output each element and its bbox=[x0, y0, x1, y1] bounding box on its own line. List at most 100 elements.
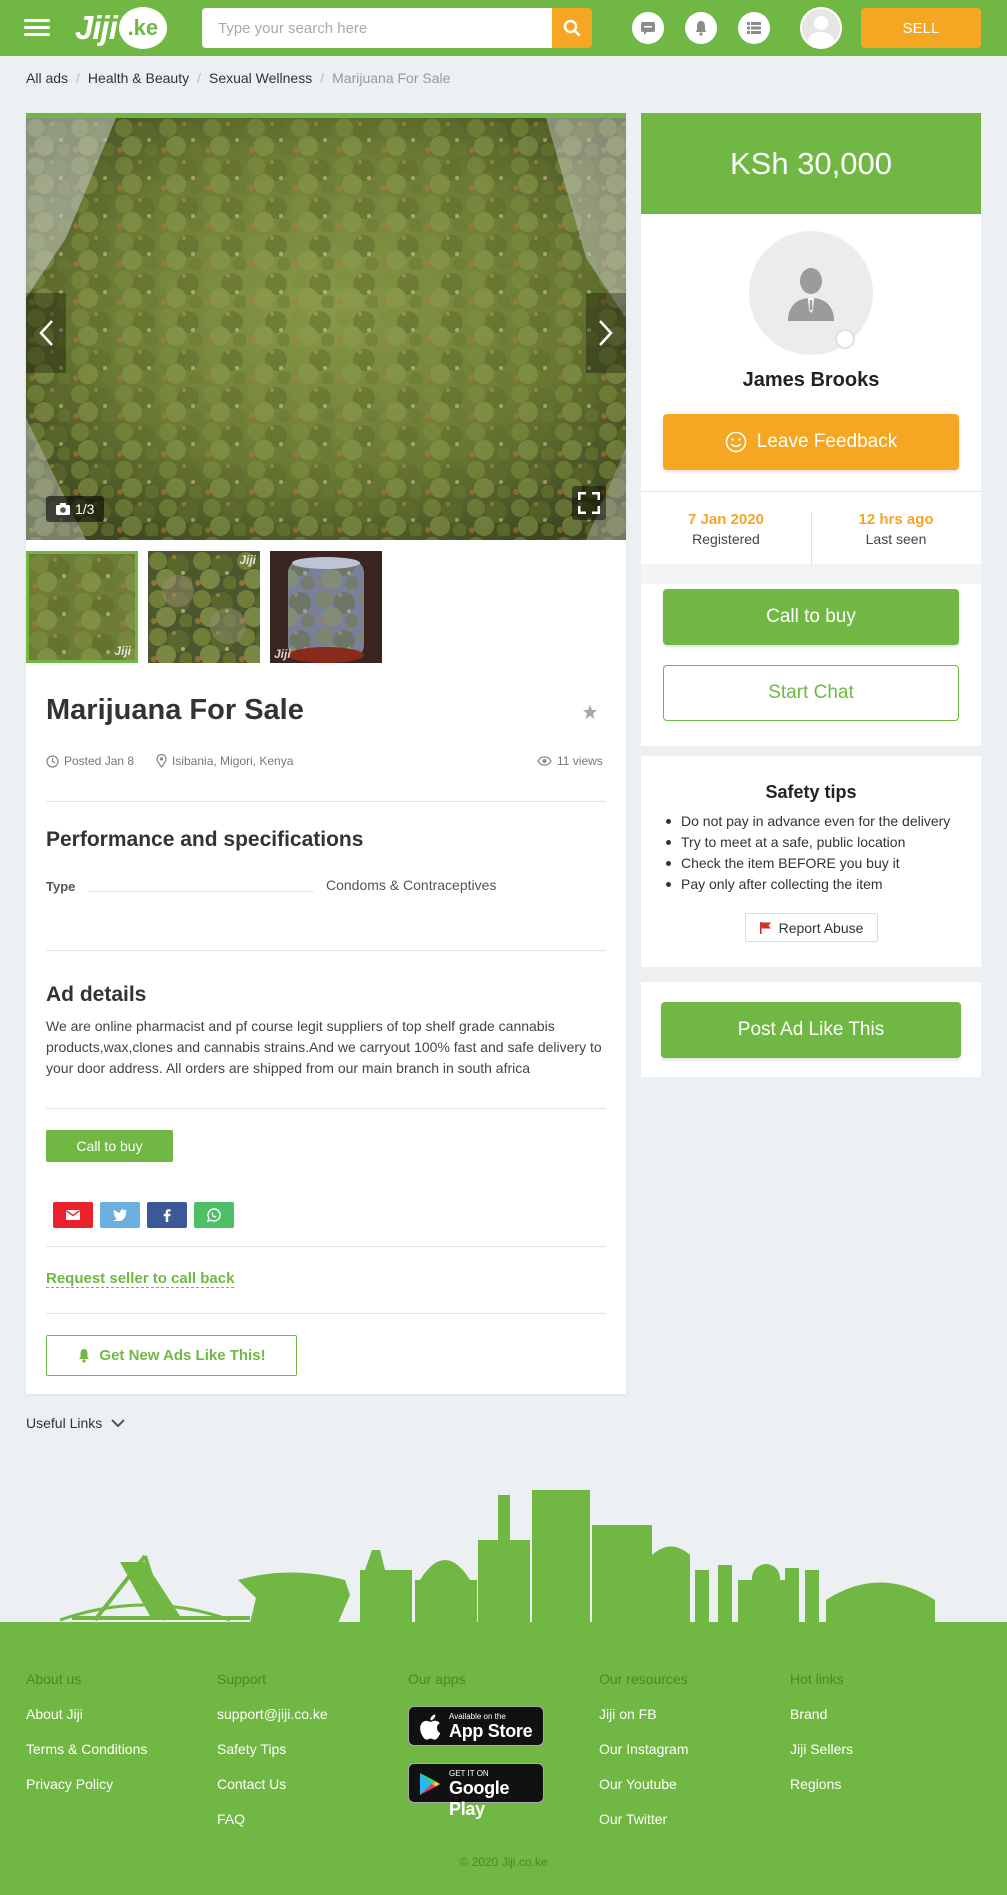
footer-link[interactable]: Contact Us bbox=[217, 1776, 328, 1811]
footer-link[interactable]: About Jiji bbox=[26, 1706, 147, 1741]
footer-link[interactable]: FAQ bbox=[217, 1811, 328, 1846]
share-email-button[interactable] bbox=[53, 1202, 93, 1228]
next-photo-button[interactable] bbox=[586, 293, 626, 373]
fullscreen-button[interactable] bbox=[572, 486, 606, 520]
fullscreen-icon bbox=[578, 492, 600, 514]
search-input[interactable] bbox=[202, 8, 552, 48]
divider bbox=[46, 801, 606, 802]
camera-icon bbox=[56, 503, 70, 515]
footer-link[interactable]: Our Instagram bbox=[599, 1741, 688, 1776]
breadcrumb-link[interactable]: Health & Beauty bbox=[88, 70, 189, 86]
safety-tips-title: Safety tips bbox=[765, 782, 857, 802]
breadcrumb-link[interactable]: All ads bbox=[26, 70, 68, 86]
get-new-ads-button[interactable]: Get New Ads Like This! bbox=[46, 1335, 297, 1376]
user-icon bbox=[807, 16, 835, 47]
listing-title: Marijuana For Sale bbox=[46, 694, 304, 726]
divider bbox=[46, 1246, 606, 1247]
spec-dotted-line bbox=[88, 891, 314, 892]
footer-link[interactable]: Brand bbox=[790, 1706, 853, 1741]
logo-text: Jiji bbox=[75, 9, 118, 46]
profile-avatar[interactable] bbox=[800, 7, 842, 49]
last-seen-stat: 12 hrs ago Last seen bbox=[811, 511, 981, 547]
safety-tip: Do not pay in advance even for the deliv… bbox=[661, 811, 950, 832]
footer-link[interactable]: Privacy Policy bbox=[26, 1776, 147, 1811]
seller-name[interactable]: James Brooks bbox=[641, 369, 981, 392]
footer-link[interactable]: Terms & Conditions bbox=[26, 1741, 147, 1776]
footer-link[interactable]: support@jiji.co.ke bbox=[217, 1706, 328, 1741]
save-favorite-button[interactable] bbox=[582, 704, 598, 725]
registered-label: Registered bbox=[692, 531, 760, 547]
app-store-big-text: App Store bbox=[449, 1721, 533, 1741]
photo-thumbnail[interactable]: Jiji bbox=[148, 551, 260, 663]
breadcrumb-link[interactable]: Sexual Wellness bbox=[209, 70, 312, 86]
thumbnail-image bbox=[148, 551, 260, 663]
last-seen-label: Last seen bbox=[865, 531, 927, 547]
seller-card: James Brooks Leave Feedback 7 Jan 2020 R… bbox=[641, 214, 981, 746]
photo-thumbnail[interactable]: Jiji bbox=[270, 551, 382, 663]
google-play-badge[interactable]: GET IT ON Google Play bbox=[408, 1763, 544, 1819]
sell-button[interactable]: SELL bbox=[861, 8, 981, 48]
prev-photo-button[interactable] bbox=[26, 293, 66, 373]
request-callback-link[interactable]: Request seller to call back bbox=[46, 1270, 235, 1288]
photo-thumbnail[interactable]: Jiji bbox=[26, 551, 138, 663]
footer-link[interactable]: Jiji on FB bbox=[599, 1706, 688, 1741]
report-abuse-button[interactable]: Report Abuse bbox=[745, 913, 878, 942]
listing-card: 1/3 Jiji Jiji Jiji Marijuana For Sale Po… bbox=[26, 113, 626, 1394]
photo-counter-text: 1/3 bbox=[75, 501, 95, 517]
chevron-right-icon bbox=[599, 320, 613, 346]
safety-tip: Pay only after collecting the item bbox=[661, 874, 950, 895]
post-ad-like-this-button[interactable]: Post Ad Like This bbox=[661, 1002, 961, 1058]
share-facebook-button[interactable] bbox=[147, 1202, 187, 1228]
breadcrumb-separator: / bbox=[197, 70, 201, 86]
app-store-badge[interactable]: Available on the App Store bbox=[408, 1706, 544, 1746]
jiji-logo[interactable]: Jiji .ke bbox=[75, 7, 167, 49]
footer-link[interactable]: Our Twitter bbox=[599, 1811, 688, 1846]
app-store-small-text: Available on the bbox=[449, 1712, 506, 1721]
online-status-dot bbox=[835, 329, 855, 349]
messages-button[interactable] bbox=[632, 12, 664, 44]
leave-feedback-button[interactable]: Leave Feedback bbox=[663, 414, 959, 470]
my-ads-button[interactable] bbox=[738, 12, 770, 44]
facebook-icon bbox=[163, 1208, 171, 1222]
search-button[interactable] bbox=[552, 8, 592, 48]
start-chat-button[interactable]: Start Chat bbox=[663, 665, 959, 721]
call-to-buy-button[interactable]: Call to buy bbox=[46, 1130, 173, 1162]
logo-suffix: .ke bbox=[118, 7, 167, 49]
safety-tips-card: Safety tips Do not pay in advance even f… bbox=[641, 756, 981, 967]
spec-label: Type bbox=[46, 879, 76, 894]
posted-date-text: Posted Jan 8 bbox=[64, 754, 135, 768]
ad-description: We are online pharmacist and pf course l… bbox=[46, 1018, 602, 1076]
twitter-icon bbox=[113, 1209, 127, 1221]
footer-column-apps: Our apps Available on the App Store GET … bbox=[408, 1671, 544, 1820]
listing-location[interactable]: Isibania, Migori, Kenya bbox=[156, 754, 293, 768]
bell-icon bbox=[79, 1349, 90, 1363]
seller-avatar[interactable] bbox=[749, 231, 873, 355]
view-count-text: 11 views bbox=[557, 754, 603, 768]
menu-icon[interactable] bbox=[24, 19, 50, 37]
city-skyline-illustration bbox=[59, 1490, 935, 1623]
footer-link[interactable]: Regions bbox=[790, 1776, 853, 1811]
safety-tip: Try to meet at a safe, public location bbox=[661, 832, 950, 853]
main-photo[interactable]: 1/3 bbox=[26, 118, 626, 540]
breadcrumb-current: Marijuana For Sale bbox=[332, 70, 451, 86]
spec-value: Condoms & Contraceptives bbox=[326, 877, 497, 893]
watermark: Jiji bbox=[274, 647, 291, 661]
safety-tip: Check the item BEFORE you buy it bbox=[661, 853, 950, 874]
share-twitter-button[interactable] bbox=[100, 1202, 140, 1228]
divider bbox=[641, 491, 981, 492]
footer-link[interactable]: Jiji Sellers bbox=[790, 1741, 853, 1776]
chevron-left-icon bbox=[39, 320, 53, 346]
location-text: Isibania, Migori, Kenya bbox=[172, 754, 294, 768]
useful-links-toggle[interactable]: Useful Links bbox=[26, 1415, 126, 1431]
price: KSh 30,000 bbox=[729, 145, 893, 181]
watermark: Jiji bbox=[114, 644, 131, 658]
clock-icon bbox=[46, 754, 59, 768]
leave-feedback-label: Leave Feedback bbox=[756, 431, 898, 452]
post-ad-card: Post Ad Like This bbox=[641, 982, 981, 1077]
share-whatsapp-button[interactable] bbox=[194, 1202, 234, 1228]
call-to-buy-button-main[interactable]: Call to buy bbox=[663, 589, 959, 645]
copyright-text: © 2020 Jiji.co.ke bbox=[459, 1855, 548, 1869]
notifications-button[interactable] bbox=[685, 12, 717, 44]
footer-link[interactable]: Safety Tips bbox=[217, 1741, 328, 1776]
footer-link[interactable]: Our Youtube bbox=[599, 1776, 688, 1811]
